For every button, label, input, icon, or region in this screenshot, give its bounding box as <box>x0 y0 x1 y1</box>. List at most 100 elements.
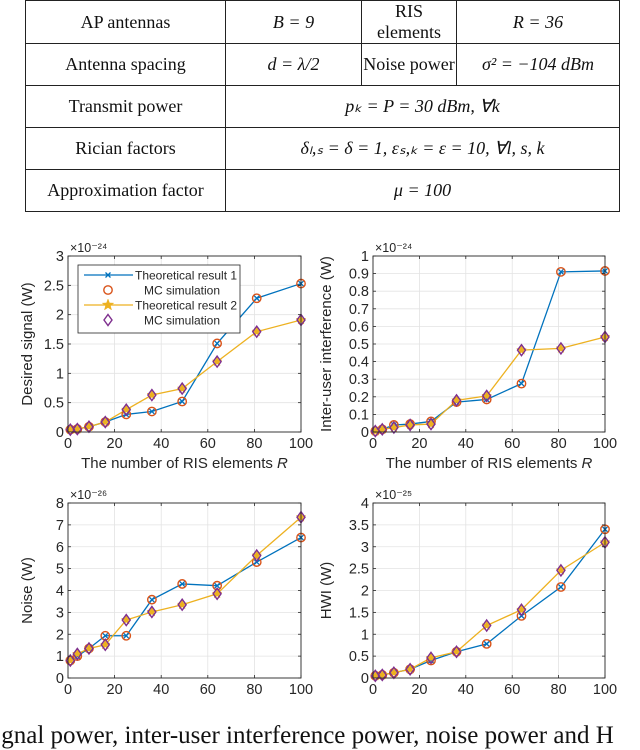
legend-entry-label: Theoretical result 2 <box>135 299 237 313</box>
axis-exponent-label: ×10⁻²⁴ <box>70 241 107 255</box>
x-tick-label: 100 <box>593 682 617 698</box>
y-tick-label: 0.7 <box>349 302 369 318</box>
x-tick-label: 100 <box>593 436 617 452</box>
axis-exponent-label: ×10⁻²⁵ <box>375 488 412 502</box>
table-row: Rician factors δₗ,ₛ = δ = 1, εₛ,ₖ = ε = … <box>25 127 620 170</box>
y-tick-label: 0.5 <box>44 396 64 412</box>
y-tick-label: 5 <box>56 562 64 578</box>
axis-exponent-label: ×10⁻²⁴ <box>375 241 412 255</box>
y-tick-label: 2.5 <box>44 278 64 294</box>
y-tick-label: 1.5 <box>349 605 369 621</box>
table-cell-label: Approximation factor <box>25 169 226 212</box>
x-tick-label: 80 <box>246 436 262 452</box>
table-cell-label: Antenna spacing <box>25 43 226 86</box>
y-tick-label: 6 <box>56 540 64 556</box>
x-tick-label: 40 <box>153 436 169 452</box>
x-tick-label: 0 <box>369 436 377 452</box>
caption-text: gnal power, inter-user interference powe… <box>1 722 614 749</box>
y-tick-label: 0 <box>56 671 64 687</box>
y-tick-label: 1 <box>361 627 369 643</box>
table-cell-value: B = 9 <box>225 0 362 44</box>
y-axis-label: Desired signal (W) <box>19 282 36 405</box>
y-tick-label: 0.9 <box>349 267 369 283</box>
y-tick-label: 2 <box>56 627 64 643</box>
y-tick-label: 2 <box>361 584 369 600</box>
y-tick-label: 1 <box>361 249 369 265</box>
chart-legend: Theoretical result 1MC simulationTheoret… <box>77 264 241 334</box>
y-tick-label: 2 <box>56 308 64 324</box>
table-cell-label: RIS elements <box>361 0 457 44</box>
y-axis-label: Noise (W) <box>19 557 36 624</box>
table-cell-value: δₗ,ₛ = δ = 1, εₛ,ₖ = ε = 10, ∀l, s, k <box>225 127 620 170</box>
table-cell-label: Noise power <box>361 43 457 86</box>
y-tick-label: 0.6 <box>349 319 369 335</box>
y-tick-label: 7 <box>56 518 64 534</box>
y-axis-label: HWI (W) <box>318 562 335 619</box>
figure-caption: gnal power, inter-user interference powe… <box>0 722 640 750</box>
x-axis-label: The number of RIS elements R <box>386 455 593 472</box>
y-tick-label: 3 <box>56 249 64 265</box>
table-cell-label: Transmit power <box>25 85 226 128</box>
y-tick-label: 0.2 <box>349 390 369 406</box>
y-tick-label: 0 <box>56 425 64 441</box>
parameter-table: AP antennas B = 9 RIS elements R = 36 An… <box>25 0 620 212</box>
y-tick-label: 3 <box>361 540 369 556</box>
table-cell-value: μ = 100 <box>225 169 620 212</box>
y-tick-label: 0.3 <box>349 372 369 388</box>
table-cell-label: Rician factors <box>25 127 226 170</box>
y-axis-label: Inter-user interference (W) <box>318 256 335 432</box>
table-row: AP antennas B = 9 RIS elements R = 36 <box>25 0 620 44</box>
legend-entry-label: MC simulation <box>144 314 220 328</box>
x-tick-label: 40 <box>458 682 474 698</box>
x-tick-label: 60 <box>200 436 216 452</box>
y-tick-label: 1.5 <box>44 337 64 353</box>
y-tick-label: 0.5 <box>349 337 369 353</box>
x-tick-label: 100 <box>289 436 313 452</box>
x-tick-label: 20 <box>107 436 123 452</box>
table-row: Transmit power pₖ = P = 30 dBm, ∀k <box>25 85 620 128</box>
x-tick-label: 40 <box>458 436 474 452</box>
y-tick-label: 0 <box>361 425 369 441</box>
charts-figure: 0 20 40 60 80 10000.511.522.53×10⁻²⁴The numbe… <box>19 241 617 698</box>
x-tick-label: 40 <box>153 682 169 698</box>
y-tick-label: 0.1 <box>349 407 369 423</box>
x-tick-label: 80 <box>246 682 262 698</box>
x-tick-label: 60 <box>504 436 520 452</box>
table-cell-value: σ² = −104 dBm <box>456 43 620 86</box>
y-tick-label: 4 <box>361 496 369 512</box>
y-tick-label: 3.5 <box>349 518 369 534</box>
x-tick-label: 0 <box>369 682 377 698</box>
legend-entry-label: Theoretical result 1 <box>135 269 237 283</box>
y-tick-label: 0 <box>361 671 369 687</box>
chart-panel-4: 02040608010000.511.522.533.54×10⁻²⁵The n… <box>318 488 617 698</box>
x-tick-label: 80 <box>551 436 567 452</box>
x-tick-label: 0 <box>64 436 72 452</box>
x-tick-label: 20 <box>411 436 427 452</box>
y-tick-label: 3 <box>56 605 64 621</box>
y-tick-label: 1 <box>56 649 64 665</box>
table-cell-value: R = 36 <box>456 0 620 44</box>
x-tick-label: 20 <box>411 682 427 698</box>
x-axis-label: The number of RIS elements R <box>81 455 288 472</box>
legend-entry-label: MC simulation <box>144 284 220 298</box>
y-tick-label: 0.5 <box>349 649 369 665</box>
y-tick-label: 0.8 <box>349 284 369 300</box>
table-cell-label: AP antennas <box>25 0 226 44</box>
chart-panel-1: 0 20 40 60 80 100 0 0.5 1 1.5 2 2.5 3 ×10⁻²⁴ The numbe… <box>19 241 313 472</box>
table-row: Antenna spacing d = λ/2 Noise power σ² =… <box>25 43 620 86</box>
y-tick-label: 1 <box>56 366 64 382</box>
y-tick-label: 0.4 <box>349 355 369 371</box>
x-tick-label: 60 <box>504 682 520 698</box>
axis-exponent-label: ×10⁻²⁶ <box>70 488 107 502</box>
x-tick-label: 20 <box>107 682 123 698</box>
y-tick-label: 2.5 <box>349 562 369 578</box>
table-cell-value: d = λ/2 <box>225 43 362 86</box>
x-tick-label: 100 <box>289 682 313 698</box>
y-tick-label: 4 <box>56 584 64 600</box>
chart-panel-2: 0 20 40 60 80 10000.10.20.30.40.50.60.70.80.9… <box>318 241 617 472</box>
table-cell-value: pₖ = P = 30 dBm, ∀k <box>225 85 620 128</box>
chart-panel-3: 020406080100012345678×10⁻²⁶The number of… <box>19 488 313 698</box>
x-tick-label: 60 <box>200 682 216 698</box>
y-tick-label: 8 <box>56 496 64 512</box>
x-tick-label: 0 <box>64 682 72 698</box>
